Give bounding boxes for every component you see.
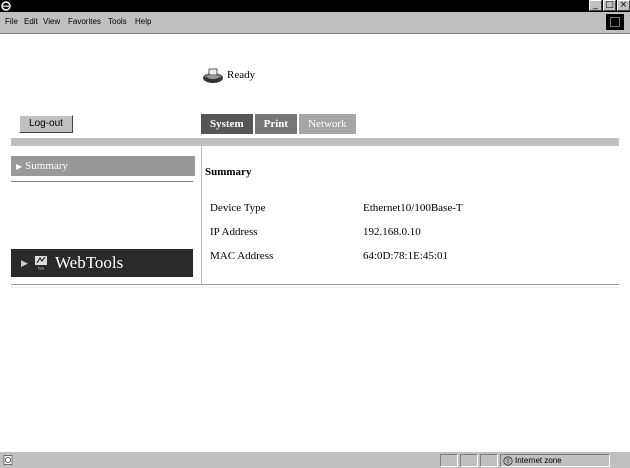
menu-tools[interactable]: Tools — [108, 17, 127, 26]
footer-divider — [11, 284, 619, 288]
page-content: Ready Log-out System Print Network ▶ Summ… — [0, 34, 630, 451]
page-icon — [3, 455, 13, 465]
close-button[interactable]: × — [617, 0, 630, 11]
ie-logo-icon — [1, 1, 11, 11]
menu-view[interactable]: View — [43, 17, 60, 26]
printer-icon — [203, 68, 223, 83]
webtools-icon-caption: hcy — [38, 266, 44, 271]
menu-file[interactable]: File — [5, 17, 18, 26]
webtools-link[interactable]: ▶ hcy WebTools — [11, 249, 193, 277]
status-cell — [480, 454, 498, 467]
minimize-button[interactable]: _ — [589, 0, 602, 11]
sidebar-item-label: Summary — [25, 160, 68, 172]
browser-throbber — [606, 14, 624, 30]
mac-address-value: 64:0D:78:1E:45:01 — [363, 250, 448, 262]
title-bar: _ □ × — [0, 0, 630, 12]
menu-help[interactable]: Help — [135, 17, 151, 26]
status-cell — [460, 454, 478, 467]
status-text: Ready — [227, 69, 256, 81]
triangle-right-icon: ▶ — [21, 258, 28, 268]
tab-system[interactable]: System — [201, 114, 253, 134]
tab-network[interactable]: Network — [299, 114, 356, 134]
device-type-label: Device Type — [210, 202, 266, 214]
webtools-logo-icon: hcy — [35, 256, 47, 271]
triangle-right-icon: ▶ — [16, 162, 23, 171]
globe-icon — [503, 456, 513, 466]
sidebar-divider — [11, 181, 193, 185]
header-divider — [11, 138, 619, 146]
menu-edit[interactable]: Edit — [24, 17, 38, 26]
menu-bar: File Edit View Favorites Tools Help — [0, 12, 630, 34]
page-title: Summary — [205, 166, 252, 178]
main-tabs: System Print Network — [201, 114, 358, 134]
mac-address-label: MAC Address — [210, 250, 274, 262]
tab-print[interactable]: Print — [254, 114, 298, 134]
maximize-button[interactable]: □ — [603, 0, 616, 11]
menu-favorites[interactable]: Favorites — [68, 17, 101, 26]
printer-status: Ready — [201, 65, 255, 85]
status-cell — [440, 454, 458, 467]
column-divider — [201, 146, 202, 284]
status-bar: Internet zone — [0, 451, 630, 468]
sidebar-item-summary[interactable]: ▶ Summary — [11, 156, 195, 176]
webtools-label: WebTools — [55, 253, 124, 272]
zone-label: Internet zone — [515, 456, 562, 465]
device-type-value: Ethernet10/100Base-T — [363, 202, 463, 214]
ip-address-label: IP Address — [210, 226, 258, 238]
zone-panel: Internet zone — [500, 454, 610, 467]
ip-address-value: 192.168.0.10 — [363, 226, 421, 238]
logout-button[interactable]: Log-out — [19, 115, 73, 133]
windows-logo-icon — [610, 17, 620, 27]
